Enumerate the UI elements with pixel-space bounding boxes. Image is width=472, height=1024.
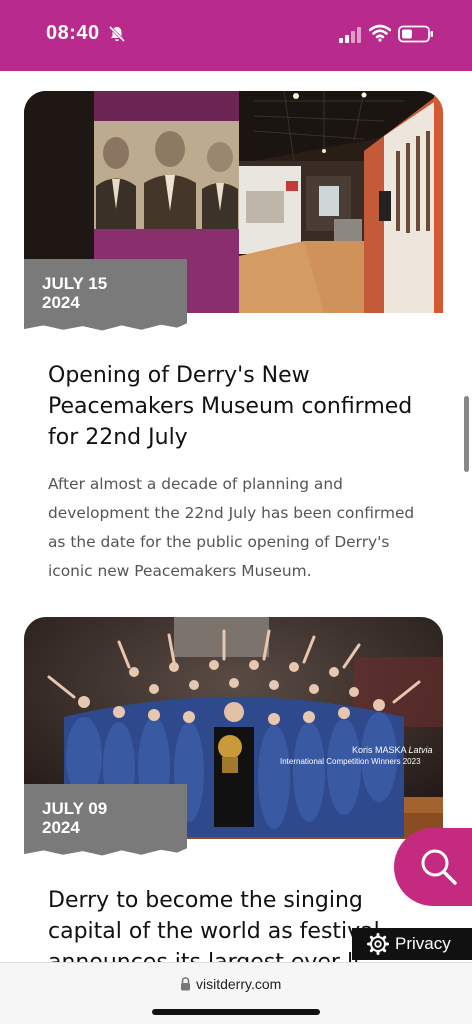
lock-icon xyxy=(181,977,190,991)
privacy-label: Privacy xyxy=(395,934,451,953)
article-excerpt: After almost a decade of planning and de… xyxy=(48,475,415,580)
status-bar: 08:40 xyxy=(0,0,472,71)
date-month-day: JULY 09 xyxy=(42,799,108,818)
caption-subtitle: International Competition Winners 2023 xyxy=(280,757,421,766)
date-month-day: JULY 15 xyxy=(42,274,108,293)
date-badge: JULY 15 2024 xyxy=(24,259,187,331)
url-text[interactable]: visitderry.com xyxy=(196,976,281,992)
article-title[interactable]: Opening of Derry's New Peacemakers Museu… xyxy=(48,360,428,453)
date-badge: JULY 09 2024 xyxy=(24,784,187,856)
search-button[interactable] xyxy=(394,828,472,906)
bell-slash-icon xyxy=(108,25,126,43)
scrollbar[interactable] xyxy=(464,396,469,472)
home-indicator xyxy=(152,1009,320,1015)
signal-icon xyxy=(339,27,361,43)
date-year: 2024 xyxy=(42,293,80,312)
privacy-button[interactable]: Privacy xyxy=(352,928,472,960)
wifi-icon xyxy=(369,24,391,42)
search-icon xyxy=(421,849,457,885)
gear-icon xyxy=(367,933,389,955)
caption-name: Koris MASKA Latvia xyxy=(352,745,433,755)
browser-url-bar[interactable]: visitderry.com xyxy=(0,962,472,1024)
battery-icon xyxy=(398,25,433,43)
status-time: 08:40 xyxy=(46,22,100,44)
date-year: 2024 xyxy=(42,818,80,837)
